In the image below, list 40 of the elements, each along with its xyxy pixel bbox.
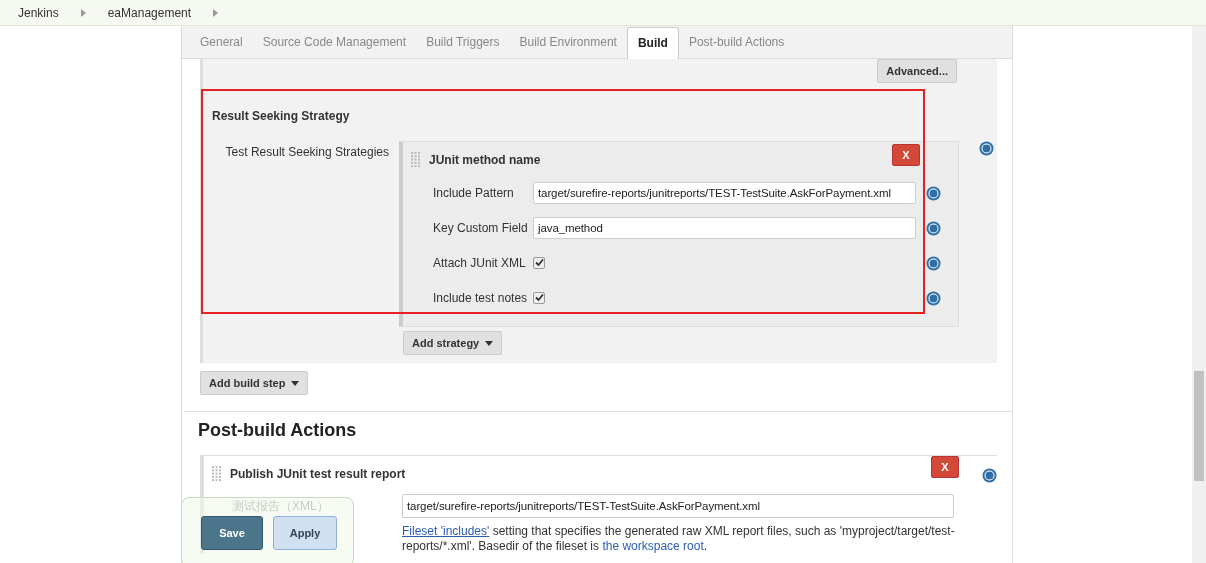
text-input[interactable]: java_method (533, 217, 916, 239)
link[interactable]: the workspace root (602, 539, 704, 553)
delete-button[interactable]: X (892, 144, 920, 166)
help-icon[interactable] (926, 185, 941, 201)
strategy-title: JUnit method name (429, 153, 541, 167)
help-icon[interactable] (979, 141, 994, 156)
section-heading: Post-build Actions (197, 419, 358, 441)
chevron-right-icon (213, 8, 219, 17)
chevron-right-icon (80, 8, 86, 17)
add-build-step-button[interactable]: Add build step (200, 371, 309, 395)
help-text: Fileset 'includes' setting that specifies the generated raw XML report files, such as 'myproject/target/test-reports/*.xml'. Basedir of the fileset is the workspace root. (402, 524, 956, 554)
tab[interactable]: Build (626, 27, 679, 59)
help-icon[interactable] (926, 255, 941, 271)
field-label: Test Result Seeking Strategies (224, 144, 390, 161)
advanced-button[interactable]: Advanced... (877, 59, 957, 83)
scrollbar[interactable] (1192, 26, 1206, 563)
help-icon[interactable] (926, 220, 941, 236)
breadcrumb-link[interactable]: Jenkins (18, 5, 59, 20)
text-input[interactable]: target/surefire-reports/junitreports/TEST-TestSuite.AskForPayment.xml (533, 182, 916, 204)
apply-button[interactable]: Apply (273, 516, 337, 550)
field-label: Include test notes (432, 291, 529, 305)
drag-handle-icon[interactable] (212, 466, 222, 482)
text-input[interactable]: target/surefire-reports/junitreports/TEST-TestSuite.AskForPayment.xml (402, 494, 954, 518)
breadcrumb-link[interactable]: eaManagement (107, 5, 192, 20)
link[interactable]: Fileset 'includes' (402, 524, 490, 538)
save-button[interactable]: Save (201, 516, 263, 550)
help-icon[interactable] (926, 290, 941, 306)
step-title: Publish JUnit test result report (230, 467, 406, 481)
drag-handle-icon[interactable] (411, 152, 421, 168)
caret-icon (291, 380, 300, 386)
checkbox[interactable] (533, 291, 545, 304)
field-label: Attach JUnit XML (432, 256, 527, 270)
field-label: Include Pattern (432, 186, 515, 200)
section-title: Result Seeking Strategy (211, 108, 351, 123)
field-label: Key Custom Field (432, 221, 529, 235)
delete-button[interactable]: X (931, 456, 959, 478)
help-icon[interactable] (982, 468, 997, 483)
add-strategy-button[interactable]: Add strategy (403, 331, 503, 355)
checkbox[interactable] (533, 256, 545, 269)
caret-icon (485, 340, 494, 346)
